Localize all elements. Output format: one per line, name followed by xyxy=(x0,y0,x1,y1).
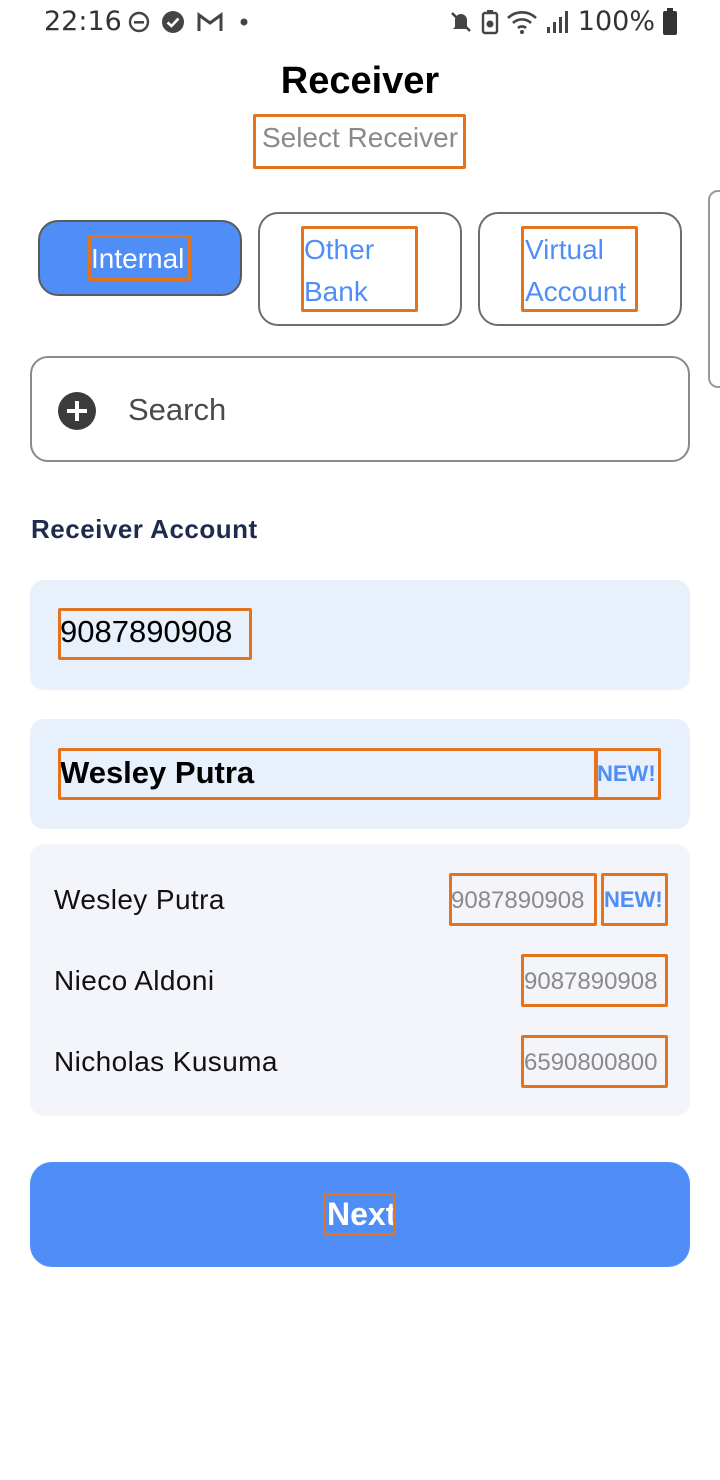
signal-icon xyxy=(545,9,571,35)
row2-number-highlight-box xyxy=(521,954,668,1007)
status-bar: 22:16 100% xyxy=(0,0,720,48)
tab-internal-highlight-box xyxy=(88,235,191,281)
row3-number-highlight-box xyxy=(521,1035,668,1088)
subtitle-highlight-box xyxy=(253,114,466,169)
wifi-icon xyxy=(506,9,538,35)
tab-virtual-account-highlight-box xyxy=(521,226,638,312)
next-button-highlight-box xyxy=(323,1193,396,1236)
receiver-name: Nicholas Kusuma xyxy=(54,1046,278,1077)
tab-other-bank-highlight-box xyxy=(301,226,418,312)
search-input[interactable] xyxy=(128,388,648,432)
page-title: Receiver xyxy=(280,60,440,102)
check-circle-icon xyxy=(161,10,185,34)
mute-icon xyxy=(448,9,474,35)
receiver-account-label: Receiver Account xyxy=(31,514,258,544)
status-time: 22:16 xyxy=(44,6,122,37)
battery-saver-icon xyxy=(481,9,499,35)
battery-percent: 100% xyxy=(577,6,655,37)
search-bar[interactable] xyxy=(30,356,690,462)
plus-circle-icon[interactable] xyxy=(58,392,96,430)
account-number-highlight-box xyxy=(58,608,252,660)
receiver-name: Wesley Putra xyxy=(54,884,225,915)
battery-icon xyxy=(662,7,678,36)
do-not-disturb-icon xyxy=(128,11,150,33)
status-left-icons xyxy=(128,10,253,34)
side-edge-handle[interactable] xyxy=(708,190,720,388)
row1-number-highlight-box xyxy=(449,873,597,926)
account-name-highlight-box xyxy=(58,748,597,800)
status-right-icons: 100% xyxy=(448,6,678,37)
notification-dot-icon xyxy=(235,11,253,33)
gmail-icon xyxy=(196,11,224,33)
receiver-name: Nieco Aldoni xyxy=(54,965,215,996)
account-name-badge-highlight-box xyxy=(595,748,661,800)
row1-badge-highlight-box xyxy=(601,873,668,926)
